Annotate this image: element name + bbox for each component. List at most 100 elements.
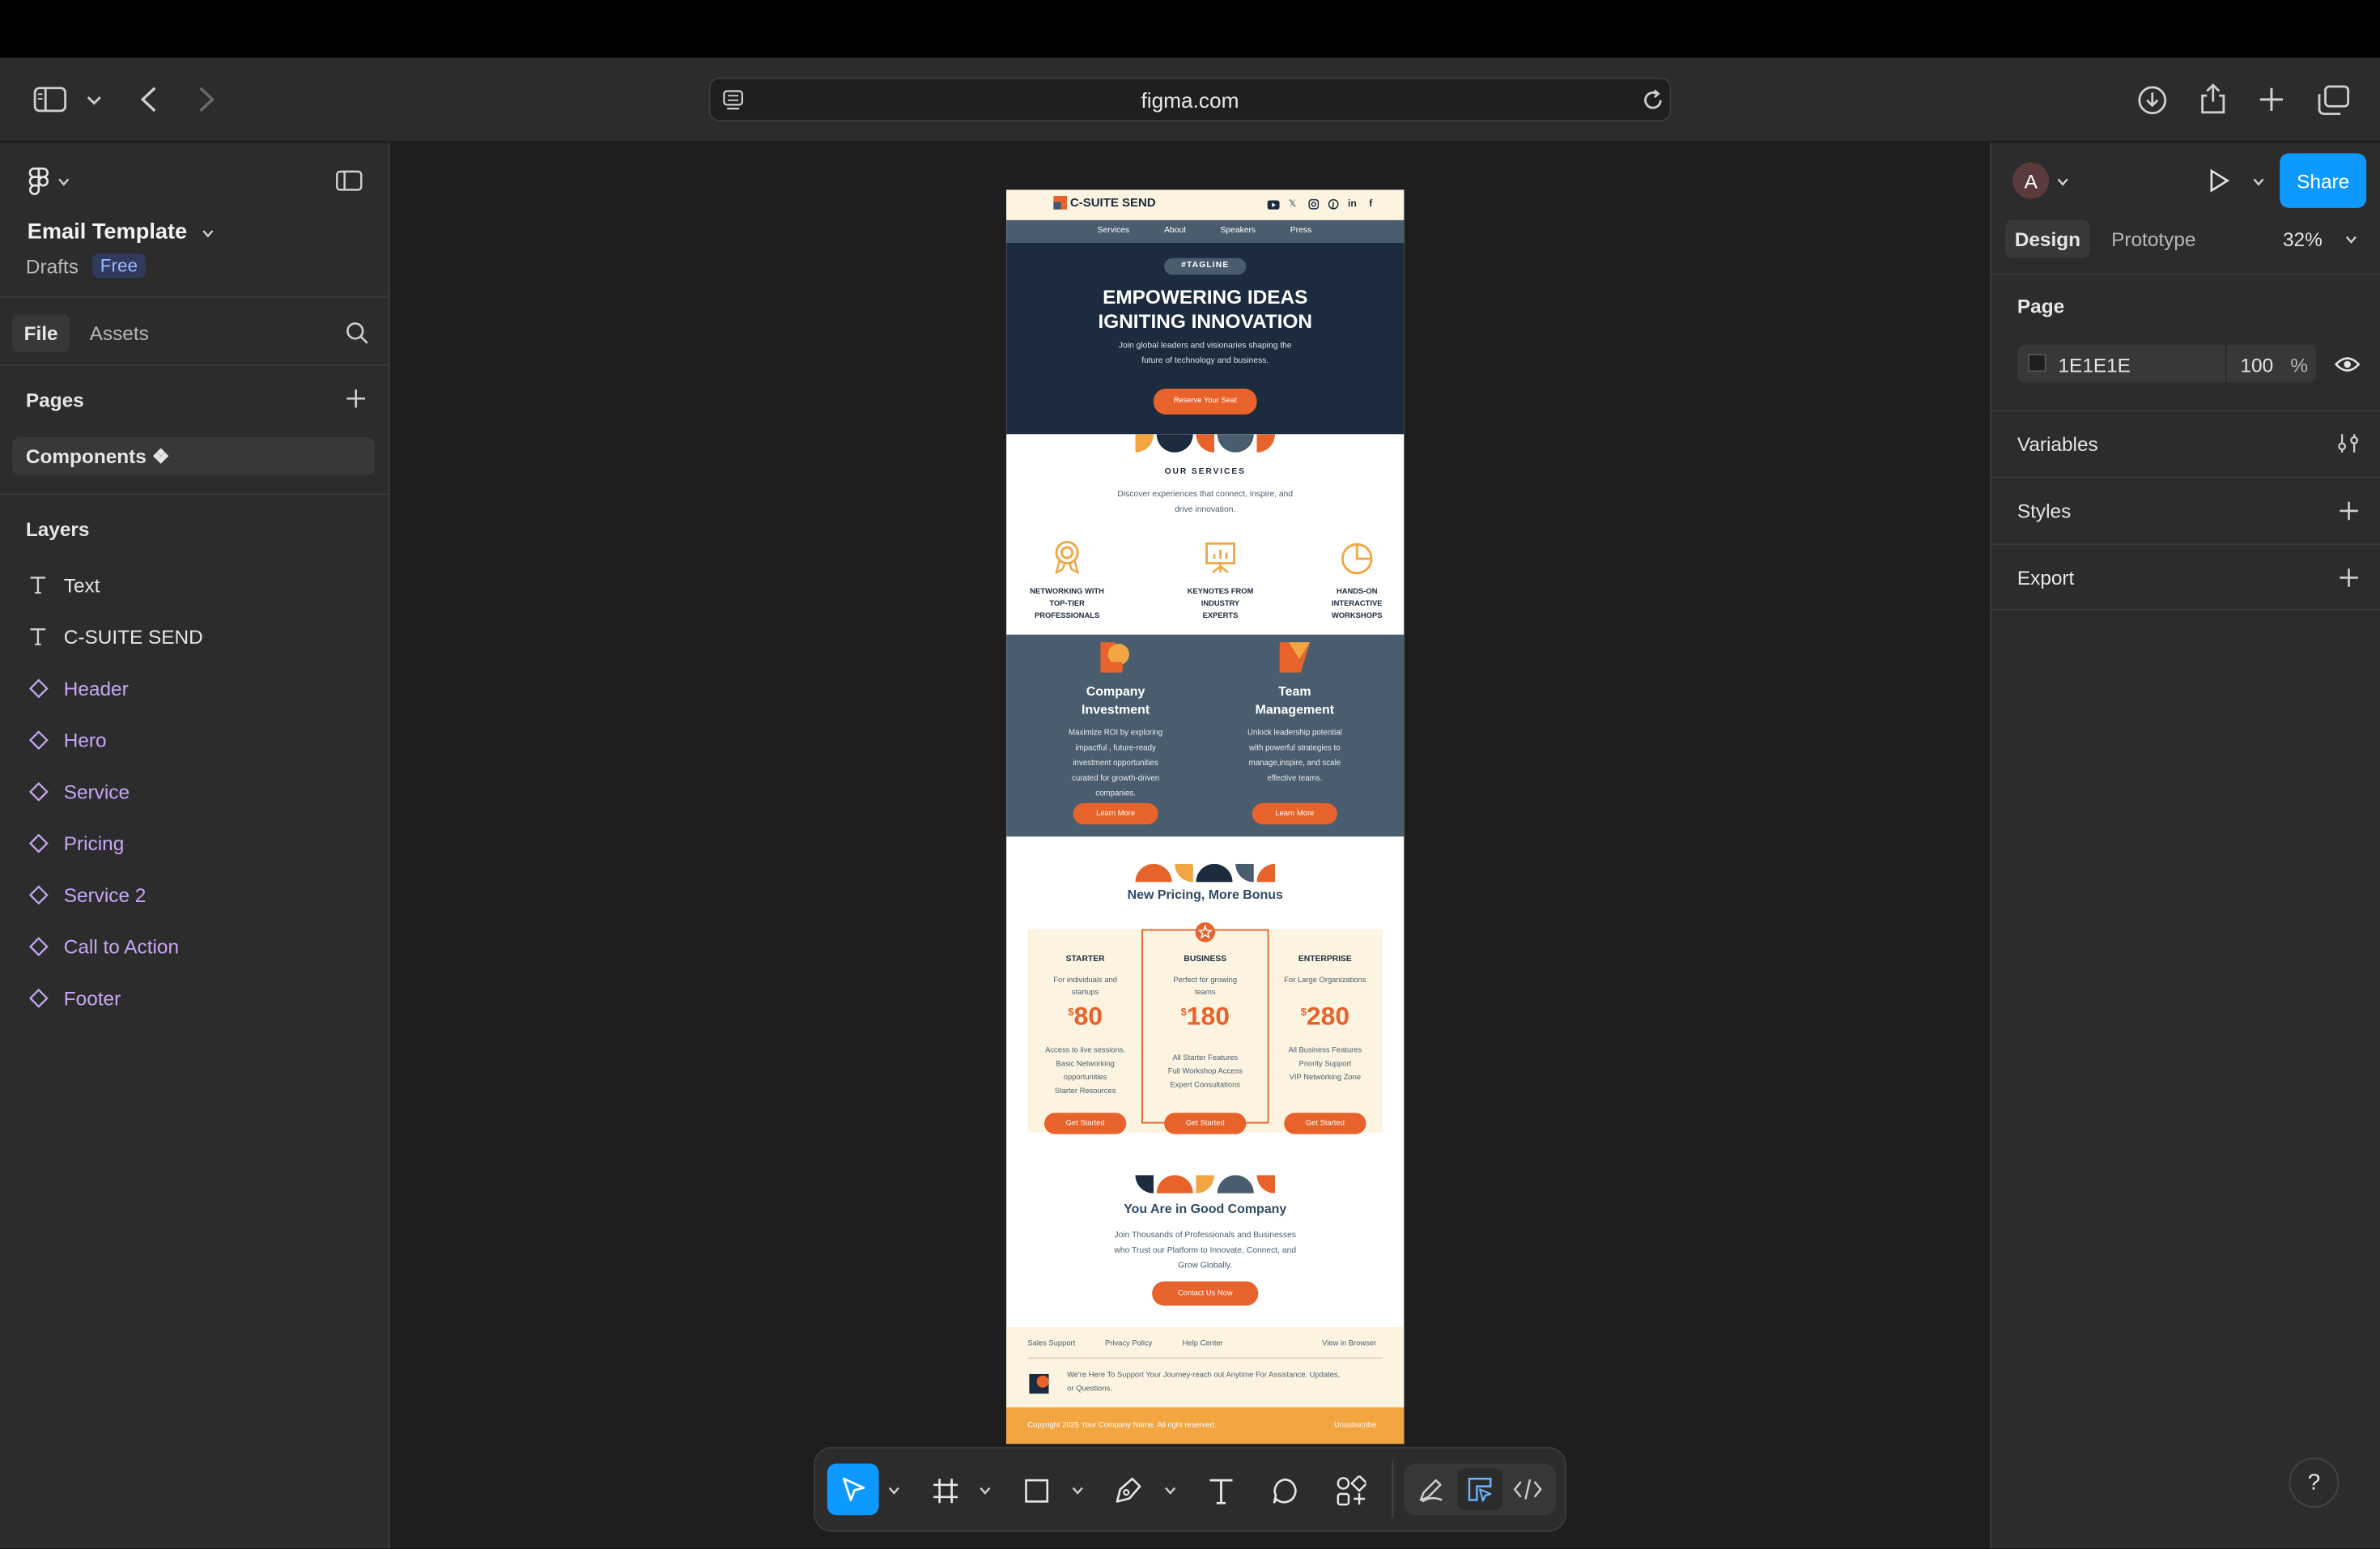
pen-tool-icon[interactable] [1114,1476,1143,1505]
chevron-down-icon[interactable] [888,1487,900,1496]
share-button[interactable]: Share [2280,153,2367,208]
draw-mode-icon[interactable] [1417,1476,1445,1504]
search-icon[interactable] [346,322,369,345]
layers-panel: Email Template Drafts Free File Assets P… [0,143,390,1549]
design-mode-button[interactable] [1457,1468,1503,1511]
tab-prototype[interactable]: Prototype [2111,228,2195,250]
footer-message-line-2: or Questions. [1067,1385,1112,1394]
frame-tool-icon[interactable] [932,1477,959,1504]
layer-service[interactable]: Service [0,770,389,815]
layer-service-2[interactable]: Service 2 [0,873,389,918]
page-item-components[interactable]: Components ❖ [12,437,376,475]
address-bar[interactable]: figma.com [708,77,1672,121]
pinterest-icon[interactable] [1328,198,1339,210]
variables-icon[interactable] [2338,432,2359,453]
fill-hex-value[interactable]: 1E1E1E [2059,354,2131,377]
layer-call-to-action[interactable]: Call to Action [0,925,389,970]
zoom-level[interactable]: 32% [2283,228,2323,250]
file-location[interactable]: Drafts [26,255,79,278]
contact-us-button[interactable]: Contact Us Now [1152,1281,1259,1306]
fill-opacity-value[interactable]: 100 [2241,354,2274,377]
email-frame[interactable]: C-SUITE SEND 𝕏 in f Services About Speak… [1006,189,1405,1445]
instagram-icon[interactable] [1308,198,1320,210]
layer-footer[interactable]: Footer [0,977,389,1022]
shape-tool-icon[interactable] [1025,1479,1049,1503]
layer-label: C-SUITE SEND [63,625,203,649]
actions-icon[interactable] [1336,1475,1366,1507]
eye-icon[interactable] [2334,355,2361,374]
variables-heading[interactable]: Variables [2017,432,2098,455]
tab-design[interactable]: Design [2004,219,2090,258]
email-nav: Services About Speakers Press [1006,219,1405,243]
layer-pricing[interactable]: Pricing [0,821,389,866]
plan-enterprise-price: $280 [1268,1002,1383,1033]
file-name[interactable]: Email Template [28,220,187,245]
service-3-line-3: WORKSHOPS [1331,611,1383,621]
chevron-down-icon[interactable] [2253,177,2265,186]
layer-c-suite-send[interactable]: C-SUITE SEND [0,615,389,660]
learn-more-button[interactable]: Learn More [1252,802,1337,825]
figma-logo-icon[interactable] [28,167,49,196]
chevron-down-icon[interactable] [979,1487,991,1496]
footer-link-privacy-policy[interactable]: Privacy Policy [1105,1339,1152,1348]
layer-header[interactable]: Header [0,666,389,712]
x-icon[interactable]: 𝕏 [1289,199,1296,210]
share-icon[interactable] [2199,82,2227,115]
forward-icon[interactable] [198,87,216,113]
reserve-seat-button[interactable]: Reserve Your Seat [1154,389,1257,415]
reload-icon[interactable] [1641,88,1665,113]
chevron-down-icon[interactable] [1164,1487,1176,1496]
move-tool-button[interactable] [827,1463,879,1516]
linkedin-icon[interactable]: in [1348,199,1357,210]
help-button[interactable]: ? [2289,1458,2340,1508]
download-icon[interactable] [2137,85,2168,116]
nav-press[interactable]: Press [1290,226,1311,235]
back-icon[interactable] [140,87,159,113]
play-icon[interactable] [2208,168,2230,193]
avatar[interactable]: A [2012,162,2050,199]
add-page-icon[interactable] [346,389,366,408]
sidebar-toggle-icon[interactable] [33,87,67,113]
chevron-down-icon[interactable] [202,229,214,238]
nav-speakers[interactable]: Speakers [1221,226,1256,235]
pages-heading: Pages [25,389,84,412]
panel-toggle-icon[interactable] [335,170,363,191]
text-tool-icon[interactable] [1209,1477,1235,1504]
facebook-icon[interactable]: f [1369,199,1372,210]
learn-more-button[interactable]: Learn More [1073,802,1158,825]
divider [1991,608,2380,611]
nav-services[interactable]: Services [1098,226,1130,235]
page-fill-field[interactable]: 1E1E1E 100 % [2017,344,2317,383]
new-tab-icon[interactable] [2259,87,2284,113]
dev-mode-icon[interactable] [1513,1477,1542,1501]
comment-tool-icon[interactable] [1272,1477,1299,1504]
chevron-down-icon[interactable] [57,177,70,186]
nav-about[interactable]: About [1164,226,1186,235]
chevron-down-icon[interactable] [2345,236,2357,245]
layer-text[interactable]: Text [0,564,389,609]
footer-view-in-browser[interactable]: View in Browser [1322,1339,1376,1348]
service-1-line-3: PROFESSIONALS [1034,611,1100,621]
tab-assets[interactable]: Assets [90,322,149,345]
styles-heading[interactable]: Styles [2017,500,2071,522]
unsubscribe-link[interactable]: Unsubscribe [1334,1421,1376,1430]
get-started-button[interactable]: Get Started [1284,1113,1366,1134]
chevron-down-icon[interactable] [87,94,102,106]
footer-link-help-center[interactable]: Help Center [1183,1339,1223,1348]
add-style-icon[interactable] [2339,501,2358,521]
fill-swatch[interactable] [2028,353,2046,372]
youtube-icon[interactable] [1267,200,1280,210]
export-heading[interactable]: Export [2017,566,2074,589]
tabs-icon[interactable] [2318,85,2350,116]
feature-2-title-line-2: Management [1255,701,1335,717]
component-icon [28,679,49,699]
add-export-icon[interactable] [2339,568,2358,587]
chevron-down-icon[interactable] [1072,1487,1084,1496]
text-layer-icon [30,577,46,594]
get-started-button[interactable]: Get Started [1164,1113,1247,1134]
chevron-down-icon[interactable] [2057,177,2069,186]
layer-hero[interactable]: Hero [0,718,389,764]
get-started-button[interactable]: Get Started [1044,1113,1127,1134]
tab-file[interactable]: File [12,314,70,352]
footer-link-sales-support[interactable]: Sales Support [1027,1339,1075,1348]
